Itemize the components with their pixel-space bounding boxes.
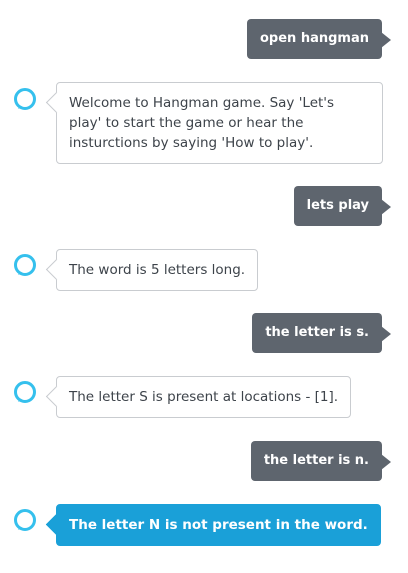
assistant-message: The letter S is present at locations - [… — [56, 376, 352, 418]
assistant-message: The word is 5 letters long. — [56, 249, 259, 291]
assistant-message-text: Welcome to Hangman game. Say 'Let's play… — [69, 95, 335, 151]
alexa-ring-icon — [12, 252, 38, 278]
user-message: open hangman — [247, 19, 391, 59]
user-message: the letter is n. — [250, 441, 392, 481]
alexa-ring-icon — [12, 379, 38, 405]
assistant-message-text: The letter N is not present in the word. — [69, 517, 368, 533]
user-message: the letter is s. — [252, 313, 391, 353]
alexa-ring-icon — [12, 86, 38, 112]
user-message: lets play — [293, 186, 392, 226]
assistant-message-active: The letter N is not present in the word. — [56, 504, 381, 546]
assistant-message: Welcome to Hangman game. Say 'Let's play… — [56, 82, 383, 164]
assistant-message-text: The word is 5 letters long. — [69, 262, 246, 278]
assistant-message-text: The letter S is present at locations - [… — [69, 389, 339, 405]
alexa-ring-icon — [12, 507, 38, 533]
